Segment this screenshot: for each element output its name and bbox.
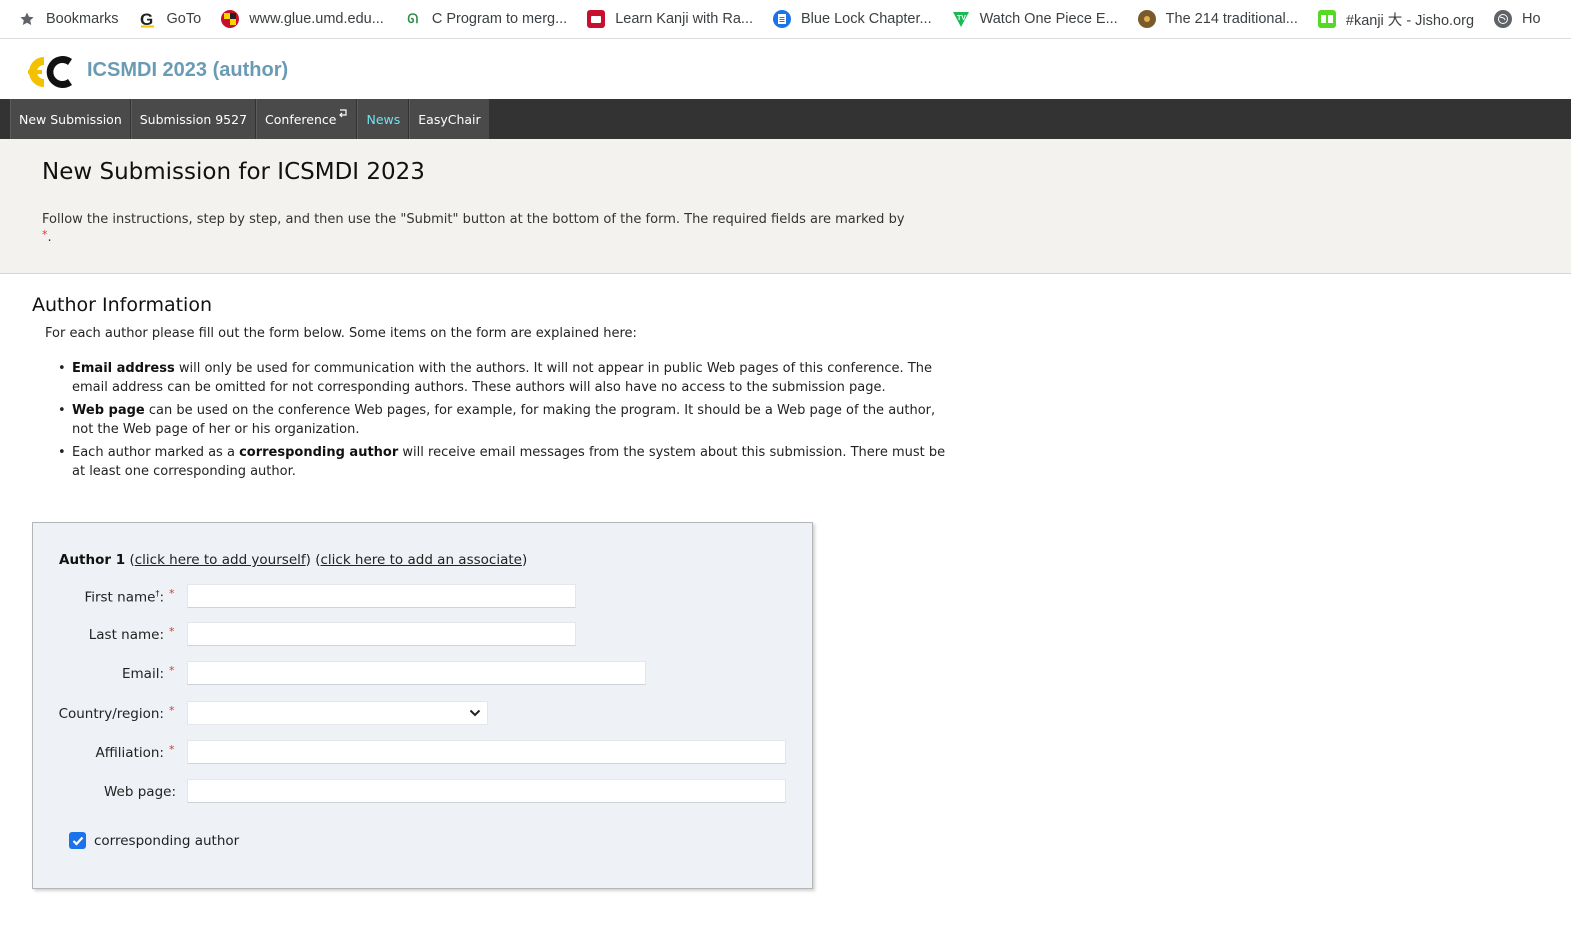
corresponding-author-label: corresponding author [94,832,240,849]
bookmarks-bar: Bookmarks G GoTo www.glue.umd.edu... ᘏ C… [0,0,1571,39]
list-item: Each author marked as a corresponding au… [58,444,952,481]
email-row: Email: * [33,661,814,687]
list-item: Web page can be used on the conference W… [58,402,952,439]
goto-icon: G [139,10,157,28]
list-item: Email address will only be used for comm… [58,360,952,397]
bookmark-jisho[interactable]: #kanji 大 - Jisho.org [1317,9,1474,30]
instructions-text: Follow the instructions, step by step, a… [42,212,905,245]
bookmark-kanji[interactable]: Learn Kanji with Ra... [587,10,753,28]
nav-news[interactable]: News [357,99,409,139]
bookmark-gfg[interactable]: ᘏ C Program to merg... [404,10,567,28]
site-header: ICSMDI 2023 (author) [0,39,1571,99]
last-name-label: Last name: [88,627,164,643]
intro-panel: New Submission for ICSMDI 2023 Follow th… [0,139,1571,274]
required-marker: * [42,228,48,241]
corresponding-author-checkbox[interactable] [69,832,86,849]
main-nav: New Submission Submission 9527 Conferenc… [0,99,1571,139]
required-marker: * [169,587,175,600]
first-name-field[interactable] [187,584,576,608]
bookmark-umd[interactable]: www.glue.umd.edu... [221,10,384,28]
web-page-row: Web page: [33,779,814,805]
app-title: ICSMDI 2023 (author) [87,59,289,81]
email-field[interactable] [187,661,646,685]
author-form: Author 1 (click here to add yourself) (c… [32,522,813,889]
required-marker: * [169,625,175,638]
bookmark-one-piece[interactable]: TV Watch One Piece E... [952,10,1118,28]
required-marker: * [169,704,175,717]
return-icon [339,109,348,118]
umd-icon [221,10,240,28]
bookmark-ho[interactable]: Ho [1494,10,1541,28]
kanji-icon [587,10,606,28]
chevron-down-icon [469,709,481,717]
nav-new-submission[interactable]: New Submission [10,99,130,139]
globe-icon [1494,10,1513,28]
affiliation-row: Affiliation: * [33,740,814,766]
document-icon [773,10,792,28]
first-name-row: First name†: * [33,584,814,610]
last-name-row: Last name: * [33,622,814,648]
bookmark-blue-lock[interactable]: Blue Lock Chapter... [773,10,932,28]
tv-icon: TV [952,10,970,28]
required-marker: * [169,664,175,677]
country-row: Country/region: * [33,701,814,727]
first-name-label: First name†: [84,589,164,606]
star-icon [18,10,36,28]
affiliation-field[interactable] [187,740,786,764]
email-label: Email: [121,666,164,682]
nav-conference[interactable]: Conference [256,99,357,139]
gfg-icon: ᘏ [407,11,419,26]
web-page-field[interactable] [187,779,786,803]
easychair-logo [28,56,72,88]
country-label: Country/region: [58,706,164,722]
svg-text:TV: TV [957,15,966,22]
add-yourself-link[interactable]: click here to add yourself [135,552,306,568]
bookmark-214-traditional[interactable]: The 214 traditional... [1137,10,1298,28]
checkmark-icon [72,836,83,846]
author-heading: Author 1 (click here to add yourself) (c… [59,552,528,568]
add-associate-link[interactable]: click here to add an associate [320,552,521,568]
svg-text:G: G [140,10,153,28]
corresponding-author-row: corresponding author [69,832,239,849]
affiliation-label: Affiliation: [95,745,164,761]
author-info-list: Email address will only be used for comm… [58,360,952,486]
last-name-field[interactable] [187,622,576,646]
required-marker: * [169,743,175,756]
jisho-icon [1317,10,1336,28]
nav-submission-9527[interactable]: Submission 9527 [130,99,256,139]
bookmark-goto[interactable]: G GoTo [139,10,202,28]
web-page-label: Web page: [104,784,176,800]
bookmark-bookmarks[interactable]: Bookmarks [18,10,119,28]
author-information-title: Author Information [32,294,212,316]
author-information-description: For each author please fill out the form… [45,326,637,341]
nav-easychair[interactable]: EasyChair [409,99,489,139]
country-select[interactable] [187,701,488,725]
page-title: New Submission for ICSMDI 2023 [42,159,425,185]
traditional-icon [1137,10,1156,28]
